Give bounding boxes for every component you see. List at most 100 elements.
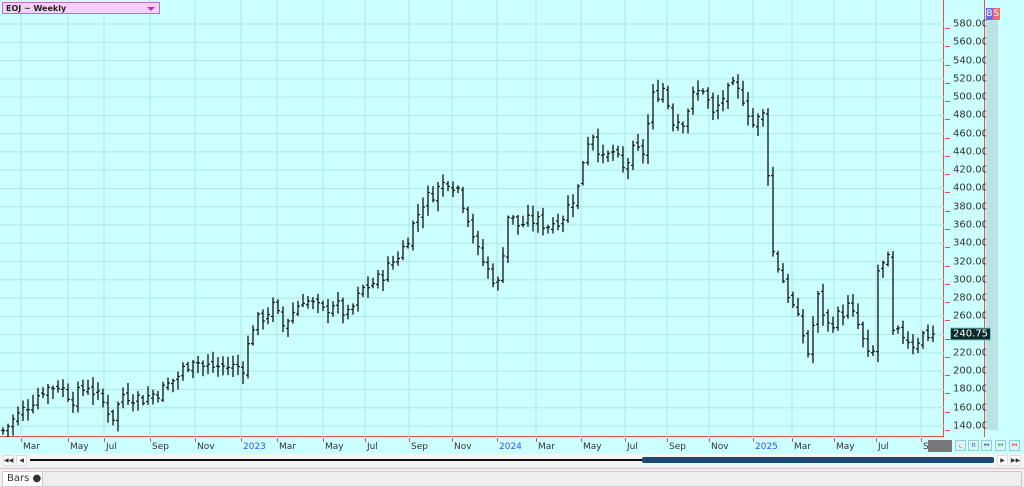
x-tick [277, 438, 278, 442]
x-tick [21, 438, 22, 442]
price-axis[interactable]: 140.00160.00180.00200.00220.00240.00260.… [945, 0, 988, 437]
x-tick-label: May [325, 442, 344, 452]
y-tick-label: 360.00 [953, 219, 988, 231]
nav-zoom-out-icon[interactable]: ↔ [1009, 440, 1020, 451]
y-tick-label: 180.00 [953, 383, 988, 395]
last-price-label: 240.75 [950, 327, 991, 341]
y-tick [945, 429, 950, 431]
y-tick-label: 340.00 [953, 237, 988, 249]
x-tick-label: Mar [23, 442, 40, 452]
horizontal-scrollbar[interactable]: ◀◀ ◀ ▶ ▶▶ [0, 454, 1024, 467]
x-tick [709, 438, 710, 442]
y-tick-label: 520.00 [953, 73, 988, 85]
scroll-left-icon[interactable]: ◀ [16, 455, 27, 466]
x-tick-label: Jul [878, 442, 889, 452]
y-tick [945, 46, 950, 48]
x-tick-label: Nov [197, 442, 215, 452]
y-tick [945, 192, 950, 194]
y-tick-label: 480.00 [953, 109, 988, 121]
y-tick [945, 210, 950, 212]
nav-start-icon[interactable]: ⌞ [955, 440, 966, 451]
y-tick [945, 119, 950, 121]
x-tick-label: May [583, 442, 602, 452]
x-tick-label: 2023 [243, 442, 266, 452]
nav-expand-icon[interactable]: ↔ [981, 440, 992, 451]
y-tick-label: 200.00 [953, 365, 988, 377]
dropdown-arrow-icon [147, 7, 155, 11]
buy-button[interactable]: B [986, 8, 993, 20]
y-tick [945, 174, 950, 176]
y-tick-label: 500.00 [953, 91, 988, 103]
nav-zoom-in-icon[interactable]: ↔ [995, 440, 1006, 451]
x-tick [241, 438, 242, 442]
x-tick-label: Jul [106, 442, 117, 452]
order-strip [986, 8, 998, 430]
scroll-track[interactable] [30, 459, 642, 461]
x-tick [323, 438, 324, 442]
x-tick [876, 438, 877, 442]
y-tick [945, 411, 950, 413]
x-tick-label: May [70, 442, 89, 452]
time-axis[interactable]: Mar May Jul Sep Nov 2023 Mar May Jul Sep Nov 2024 Ma… [0, 438, 944, 453]
scroll-thumb[interactable] [642, 457, 994, 463]
x-tick [452, 438, 453, 442]
nav-fit-icon[interactable]: ∩ [968, 440, 979, 451]
y-tick-label: 280.00 [953, 292, 988, 304]
x-tick-label: Sep [411, 442, 428, 452]
tab-strip [42, 471, 1022, 487]
x-tick [409, 438, 410, 442]
x-tick [195, 438, 196, 442]
x-tick-label: Nov [711, 442, 729, 452]
x-tick [497, 438, 498, 442]
scroll-right-icon[interactable]: ▶ [997, 455, 1008, 466]
tab-label: Bars [7, 473, 30, 484]
sell-button[interactable]: S [993, 8, 1000, 20]
y-tick-label: 140.00 [953, 420, 988, 432]
y-tick-label: 320.00 [953, 256, 988, 268]
y-tick [945, 356, 950, 358]
y-tick-label: 460.00 [953, 128, 988, 140]
y-tick-label: 580.00 [953, 18, 988, 30]
y-tick [945, 155, 950, 157]
symbol-selector[interactable]: EOJ ~ Weekly [2, 2, 160, 14]
x-tick [625, 438, 626, 442]
y-tick [945, 283, 950, 285]
y-tick-label: 300.00 [953, 274, 988, 286]
y-tick [945, 320, 950, 322]
y-tick [945, 101, 950, 103]
x-tick-label: Jul [367, 442, 378, 452]
x-tick [834, 438, 835, 442]
axis-corner [928, 440, 952, 452]
x-tick-label: Mar [794, 442, 811, 452]
x-tick-label: Sep [669, 442, 686, 452]
x-tick-label: Mar [279, 442, 296, 452]
x-tick-label: Jul [627, 442, 638, 452]
y-tick [945, 265, 950, 267]
y-tick-label: 440.00 [953, 146, 988, 158]
x-tick [581, 438, 582, 442]
x-tick [667, 438, 668, 442]
symbol-title: EOJ ~ Weekly [6, 4, 67, 13]
y-tick-label: 400.00 [953, 182, 988, 194]
y-tick-label: 260.00 [953, 310, 988, 322]
x-tick-label: May [836, 442, 855, 452]
x-tick-label: Mar [538, 442, 555, 452]
scroll-first-icon[interactable]: ◀◀ [3, 455, 14, 466]
y-tick-label: 560.00 [953, 36, 988, 48]
x-tick-label: Nov [454, 442, 472, 452]
x-tick [536, 438, 537, 442]
y-tick [945, 393, 950, 395]
x-tick [68, 438, 69, 442]
x-tick [921, 438, 922, 442]
chart-tab-bar: Bars ●● [0, 468, 1024, 487]
x-tick-label: Sep [152, 442, 169, 452]
x-tick [104, 438, 105, 442]
y-tick [945, 64, 950, 66]
y-tick [945, 82, 950, 84]
scroll-last-icon[interactable]: ▶▶ [1010, 455, 1021, 466]
y-tick [945, 375, 950, 377]
y-tick [945, 137, 950, 139]
y-tick-label: 160.00 [953, 402, 988, 414]
y-tick [945, 28, 950, 29]
x-tick [150, 438, 151, 442]
